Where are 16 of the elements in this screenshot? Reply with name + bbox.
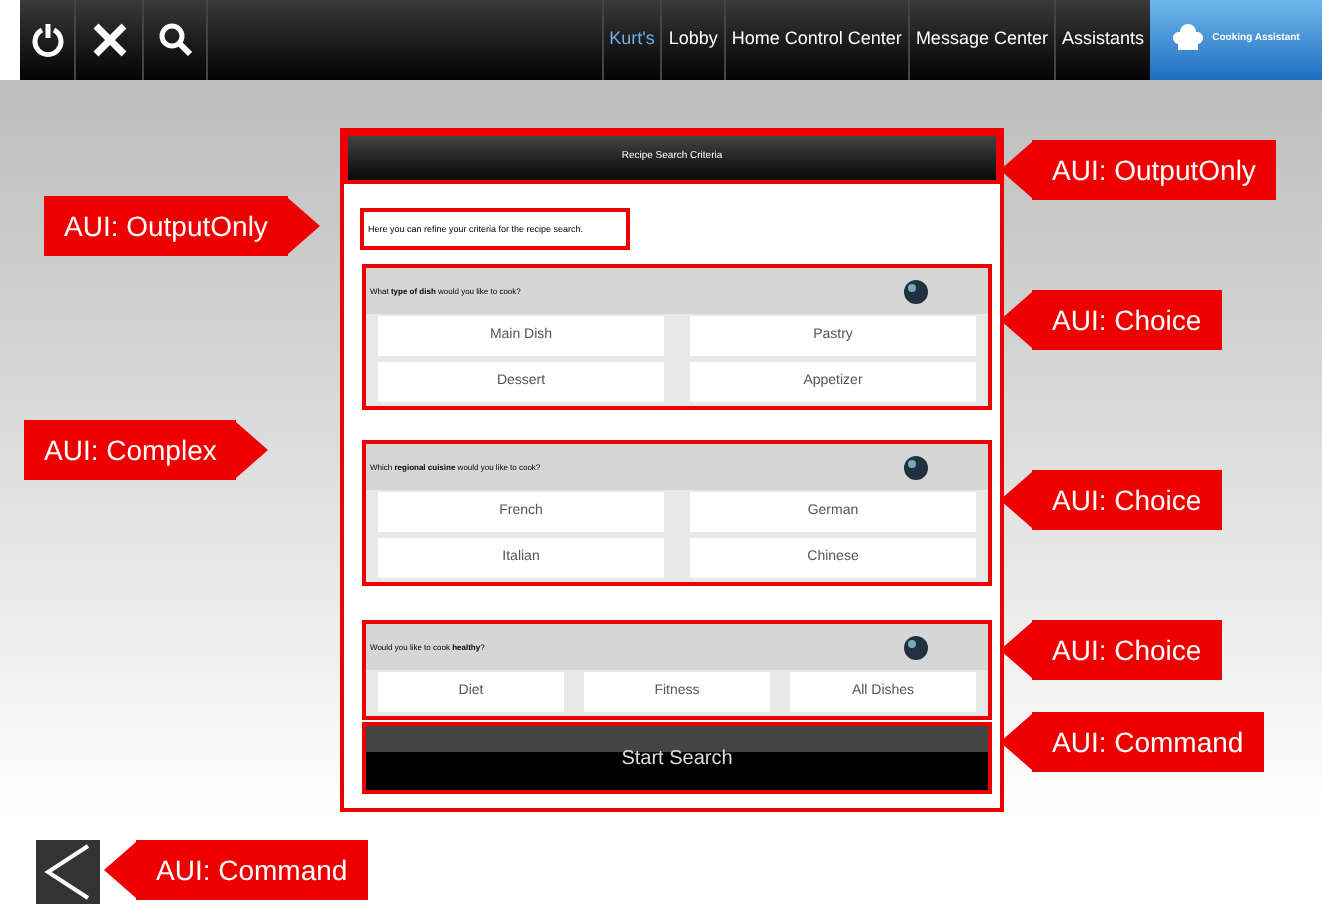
pointer-arrow-icon: [1000, 622, 1032, 678]
help-icon[interactable]: [904, 635, 928, 659]
pointer-arrow-icon: [104, 842, 136, 898]
pointer-arrow-icon: [287, 198, 320, 254]
start-search-button[interactable]: Start Search: [366, 726, 988, 790]
chef-hat-icon: [1172, 24, 1205, 56]
power-icon[interactable]: [31, 22, 63, 58]
pointer-arrow-icon: [1000, 472, 1032, 528]
pointer-arrow-icon: [1000, 142, 1032, 198]
help-icon[interactable]: [904, 455, 928, 479]
pointer-arrow-icon: [1000, 292, 1032, 348]
back-icon[interactable]: [36, 840, 100, 904]
search-icon[interactable]: [157, 22, 193, 58]
pointer-arrow-icon: [1000, 714, 1032, 770]
help-icon[interactable]: [904, 279, 928, 303]
pointer-arrow-icon: [236, 422, 269, 478]
